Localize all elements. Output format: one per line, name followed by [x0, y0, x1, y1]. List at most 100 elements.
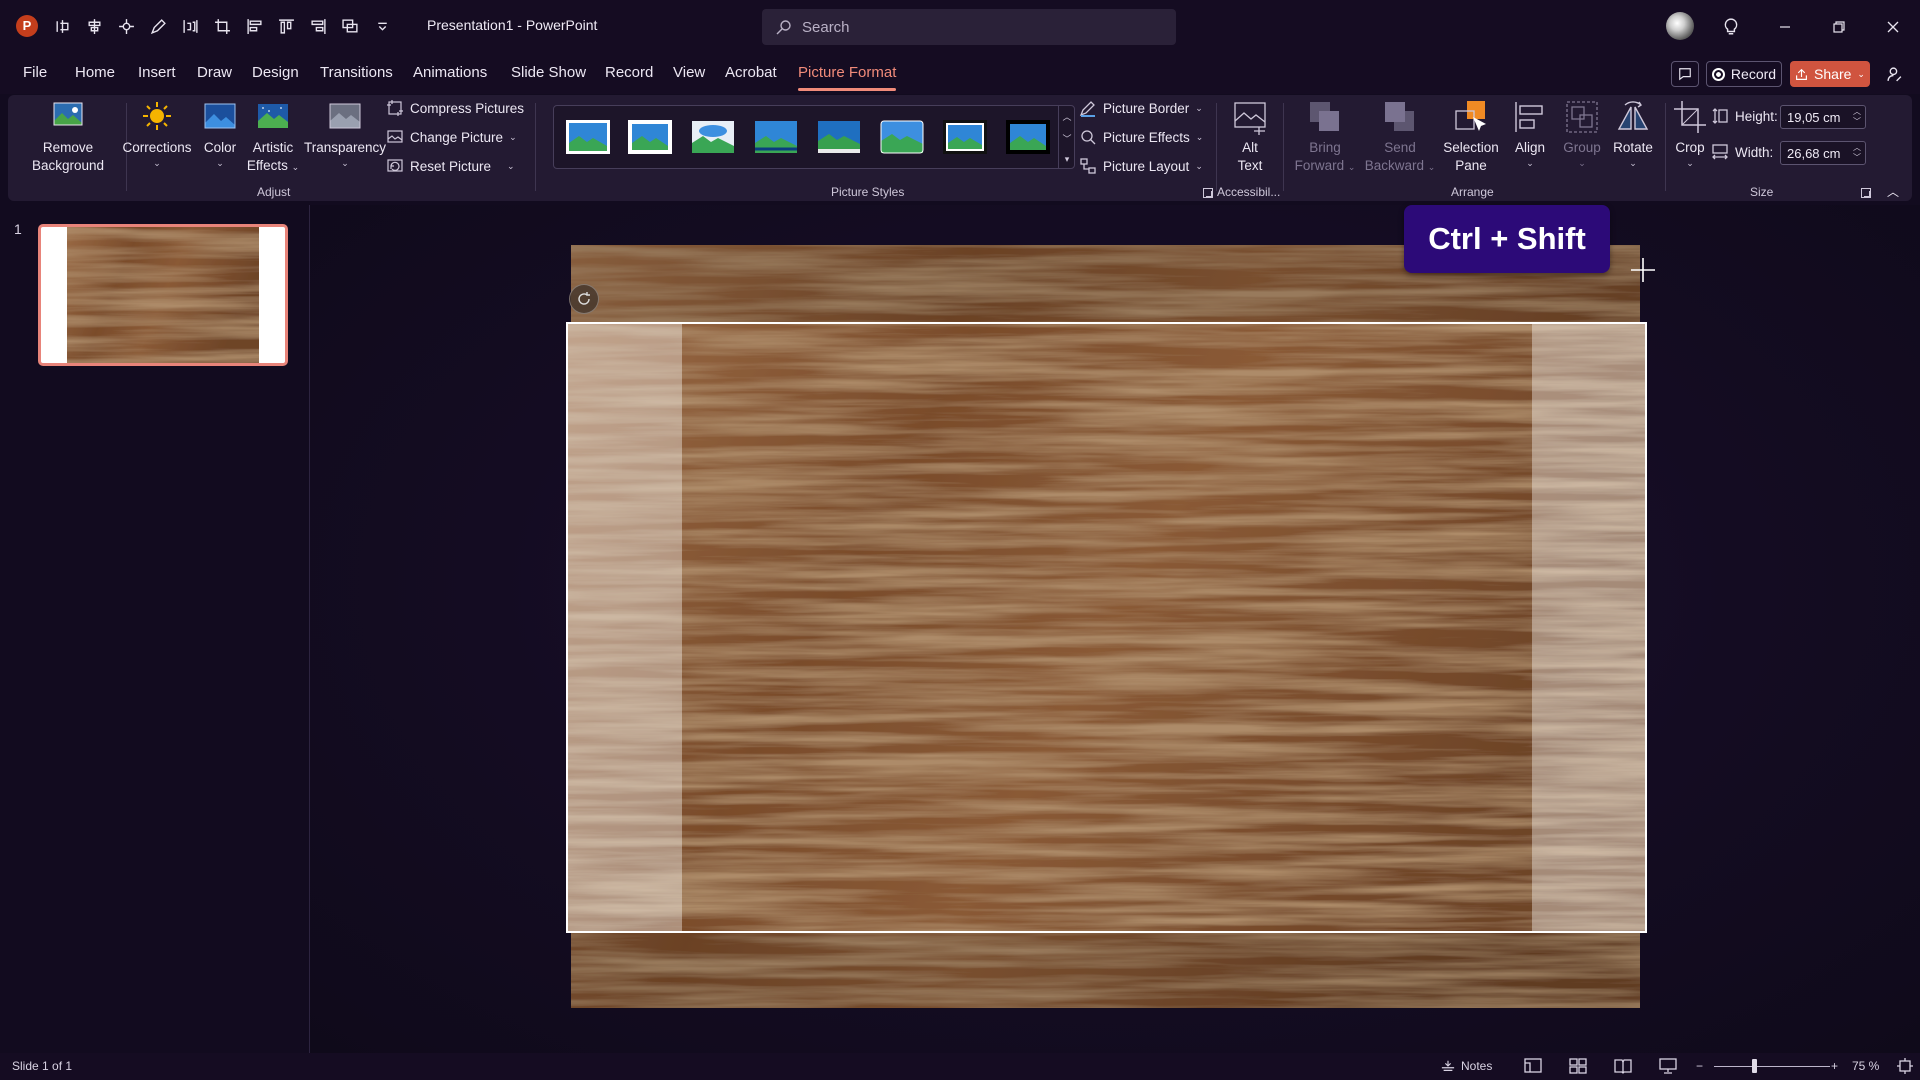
collapse-ribbon-icon[interactable]: ︿ [1887, 183, 1899, 200]
distribute-icon[interactable] [180, 15, 201, 37]
share-button[interactable]: Share ⌄ [1790, 61, 1870, 87]
right-transparent-overlay[interactable] [1532, 324, 1645, 931]
record-button[interactable]: Record [1706, 61, 1782, 87]
picture-style-7[interactable] [942, 119, 988, 155]
rotate-icon [1617, 101, 1649, 130]
tab-file[interactable]: File [23, 64, 47, 81]
pen-icon[interactable] [148, 15, 169, 37]
picture-border-button[interactable]: Picture Border ⌄ [1079, 99, 1203, 117]
picture-effects-button[interactable]: Picture Effects ⌄ [1079, 128, 1203, 146]
adjust-group-label: Adjust [257, 185, 291, 199]
tab-slide-show[interactable]: Slide Show [511, 64, 586, 81]
normal-view-icon[interactable] [1523, 1057, 1543, 1075]
zoom-out-icon[interactable]: − [1696, 1059, 1703, 1073]
picture-style-6[interactable] [879, 119, 925, 155]
group-button[interactable]: Group ⌄ [1556, 99, 1608, 169]
slide-wood-image[interactable] [568, 324, 1645, 931]
corrections-button[interactable]: Corrections ⌄ [112, 99, 202, 169]
bring-forward-button[interactable]: Bring Forward ⌄ [1292, 99, 1358, 175]
comments-button[interactable] [1671, 61, 1699, 87]
color-icon [204, 103, 236, 129]
lightbulb-icon[interactable] [1716, 12, 1746, 42]
gallery-more-icon[interactable]: ▾ [1065, 154, 1070, 165]
rotate-button[interactable]: Rotate ⌄ [1606, 99, 1660, 169]
rotate-handle-icon[interactable] [569, 284, 599, 314]
tab-acrobat[interactable]: Acrobat [725, 64, 777, 81]
shape-icon[interactable] [52, 15, 73, 37]
height-stepper[interactable]: ︿ ﹀ [1853, 107, 1861, 127]
picture-style-4[interactable] [753, 119, 799, 155]
record-label: Record [1730, 66, 1777, 82]
change-picture-button[interactable]: Change Picture ⌄ [386, 128, 517, 146]
size-launcher-icon[interactable] [1861, 188, 1871, 198]
group-icon[interactable] [340, 15, 361, 37]
picture-effects-icon [1081, 130, 1096, 145]
gallery-down-icon[interactable]: ﹀ [1062, 132, 1071, 145]
selection-pane-icon [1455, 101, 1486, 131]
zoom-slider[interactable] [1714, 1066, 1830, 1067]
picture-layout-button[interactable]: Picture Layout ⌄ [1079, 157, 1203, 175]
restore-icon[interactable] [1817, 12, 1861, 42]
tab-record[interactable]: Record [605, 64, 653, 81]
left-transparent-overlay[interactable] [568, 324, 682, 931]
notes-button[interactable]: Notes [1440, 1059, 1492, 1073]
align-button[interactable]: Align ⌄ [1505, 99, 1555, 169]
picture-styles-launcher-icon[interactable] [1203, 188, 1213, 198]
crop-button[interactable]: Crop ⌄ [1668, 99, 1712, 169]
width-icon [1712, 144, 1728, 160]
height-field[interactable]: 19,05 cm ︿ ﹀ [1780, 105, 1866, 129]
zoom-slider-handle[interactable] [1752, 1059, 1758, 1073]
alt-text-button[interactable]: Alt Text [1219, 99, 1281, 175]
height-label: Height: [1711, 107, 1778, 125]
slide-sorter-icon[interactable] [1568, 1057, 1588, 1075]
align-left-icon[interactable] [244, 15, 265, 37]
picture-style-1[interactable] [565, 119, 611, 155]
picture-style-3[interactable] [690, 119, 736, 155]
minimize-icon[interactable] [1763, 12, 1807, 42]
tab-insert[interactable]: Insert [138, 64, 176, 81]
align-right-icon[interactable] [308, 15, 329, 37]
feedback-icon[interactable] [1882, 61, 1906, 87]
tab-view[interactable]: View [673, 64, 705, 81]
zoom-in-icon[interactable]: + [1831, 1059, 1838, 1073]
width-stepper[interactable]: ︿ ﹀ [1853, 143, 1861, 163]
align-center-icon[interactable] [84, 15, 105, 37]
customize-icon[interactable] [372, 15, 393, 37]
slide[interactable] [566, 322, 1647, 933]
tab-picture-format[interactable]: Picture Format [798, 64, 897, 91]
width-label: Width: [1711, 143, 1773, 161]
gallery-up-icon[interactable]: ︿ [1062, 110, 1071, 123]
tab-animations[interactable]: Animations [413, 64, 487, 81]
send-backward-button[interactable]: Send Backward ⌄ [1364, 99, 1436, 175]
slideshow-icon[interactable] [1658, 1057, 1678, 1075]
artistic-effects-button[interactable]: Artistic Effects ⌄ [238, 99, 308, 175]
picture-style-8[interactable] [1005, 119, 1051, 155]
close-icon[interactable] [1871, 12, 1915, 42]
node-icon[interactable] [116, 15, 137, 37]
group-separator [1216, 103, 1217, 191]
reset-picture-button[interactable]: Reset Picture ⌄ [386, 157, 515, 175]
tab-home[interactable]: Home [75, 64, 115, 81]
crop-icon[interactable] [212, 15, 233, 37]
tab-transitions[interactable]: Transitions [320, 64, 393, 81]
width-field[interactable]: 26,68 cm ︿ ﹀ [1780, 141, 1866, 165]
fit-to-window-icon[interactable] [1895, 1057, 1915, 1075]
search-icon [776, 20, 791, 35]
chevron-down-icon: ⌄ [1578, 158, 1586, 168]
picture-style-5[interactable] [816, 119, 862, 155]
tab-draw[interactable]: Draw [197, 64, 232, 81]
compress-pictures-button[interactable]: Compress Pictures [386, 99, 524, 117]
align-top-icon[interactable] [276, 15, 297, 37]
search-input[interactable]: Search [762, 9, 1176, 45]
selection-pane-button[interactable]: Selection Pane [1438, 99, 1504, 175]
accessibility-group-label: Accessibil... [1217, 185, 1281, 199]
remove-background-button[interactable]: Remove Background [18, 99, 118, 175]
picture-style-2[interactable] [627, 119, 673, 155]
transparency-button[interactable]: Transparency ⌄ [300, 99, 390, 169]
reading-view-icon[interactable] [1613, 1057, 1633, 1075]
avatar[interactable] [1666, 12, 1694, 40]
chevron-down-icon: ⌄ [341, 158, 349, 168]
slide-thumbnail-1[interactable] [38, 224, 288, 366]
zoom-level[interactable]: 75 % [1852, 1059, 1879, 1073]
tab-design[interactable]: Design [252, 64, 299, 81]
